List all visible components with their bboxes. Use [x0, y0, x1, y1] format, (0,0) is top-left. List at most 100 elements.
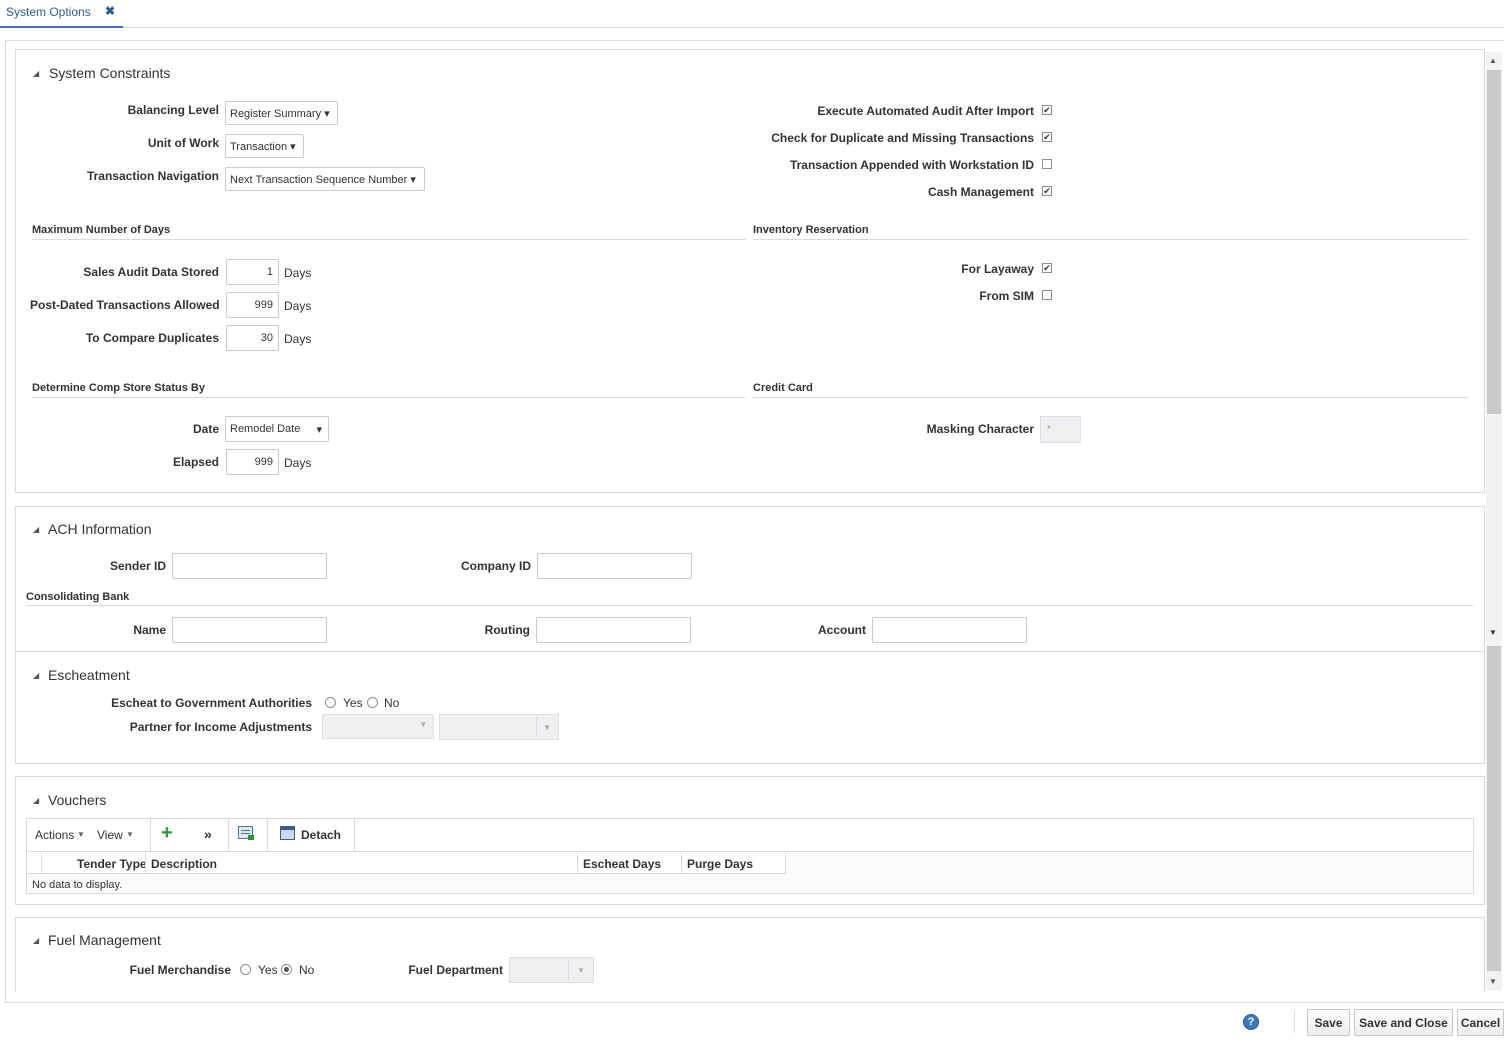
more-icon[interactable]: » — [204, 826, 212, 842]
scroll-down-icon[interactable]: ▼ — [1489, 628, 1497, 637]
divider — [32, 239, 746, 240]
divider — [228, 819, 229, 852]
date-select-value: Remodel Date — [230, 423, 301, 435]
comp-store-heading: Determine Comp Store Status By — [32, 382, 205, 394]
partner-select: ▼ — [439, 714, 559, 740]
sales-audit-label: Sales Audit Data Stored — [83, 265, 219, 279]
divider — [41, 853, 42, 874]
divider — [681, 853, 682, 874]
check-duplicate-checkbox[interactable]: ✔ — [1042, 132, 1052, 142]
elapsed-label: Elapsed — [172, 455, 219, 469]
escheat-yes-label: Yes — [343, 696, 363, 710]
company-id-input[interactable] — [537, 553, 692, 579]
save-and-close-button[interactable]: Save and Close — [1354, 1009, 1453, 1036]
view-menu[interactable]: View — [97, 828, 123, 842]
partner-type-select: ▼ — [322, 714, 434, 739]
balancing-level-label: Balancing Level — [127, 103, 219, 117]
check-duplicate-label: Check for Duplicate and Missing Transact… — [771, 131, 1034, 145]
date-select[interactable]: Remodel Date ▾ — [225, 416, 329, 442]
collapse-triangle-icon[interactable]: ◢ — [33, 936, 39, 945]
escheat-label: Escheat to Government Authorities — [111, 696, 312, 710]
column-header-description[interactable]: Description — [151, 857, 217, 871]
compare-duplicates-input[interactable]: 30 — [226, 325, 279, 351]
export-icon[interactable] — [238, 826, 254, 840]
fuel-no-label: No — [299, 963, 315, 977]
transaction-navigation-label: Transaction Navigation — [86, 169, 219, 183]
actions-menu[interactable]: Actions — [35, 828, 74, 842]
section-title-ach: ACH Information — [48, 521, 152, 537]
masking-character-input: * — [1040, 416, 1081, 443]
scroll-up-icon[interactable]: ▲ — [1489, 56, 1497, 65]
scroll-bottom-icon[interactable]: ▼ — [1489, 977, 1497, 986]
escheat-yes-radio[interactable] — [325, 697, 336, 708]
chevron-down-icon: ▾ — [316, 424, 322, 436]
fuel-yes-radio[interactable] — [240, 964, 251, 975]
section-title-vouchers: Vouchers — [48, 792, 107, 808]
masking-character-label: Masking Character — [926, 422, 1034, 436]
bank-name-input[interactable] — [172, 617, 327, 643]
balancing-level-select[interactable]: Register Summary ▾ — [225, 101, 338, 125]
chevron-down-icon: ▼ — [577, 966, 585, 975]
empty-table-message: No data to display. — [32, 879, 123, 891]
column-header-escheat-days[interactable]: Escheat Days — [583, 857, 661, 871]
execute-audit-checkbox[interactable]: ✔ — [1042, 105, 1052, 115]
inventory-reservation-heading: Inventory Reservation — [753, 224, 869, 236]
tab-system-options[interactable]: System Options ✖ — [0, 0, 123, 28]
sender-id-input[interactable] — [172, 553, 327, 579]
section-title-fuel: Fuel Management — [48, 932, 161, 948]
company-id-label: Company ID — [460, 559, 531, 573]
divider — [26, 605, 1474, 606]
fuel-no-radio[interactable] — [281, 964, 292, 975]
divider — [568, 961, 569, 980]
collapse-triangle-icon[interactable]: ◢ — [33, 796, 39, 805]
partner-label: Partner for Income Adjustments — [129, 720, 312, 734]
chevron-down-icon: ▼ — [126, 830, 134, 839]
days-unit: Days — [284, 266, 312, 280]
fuel-panel — [15, 917, 1485, 992]
elapsed-input[interactable]: 999 — [226, 449, 279, 475]
divider — [1294, 1011, 1295, 1033]
divider — [150, 819, 151, 852]
divider — [753, 239, 1468, 240]
sales-audit-input[interactable]: 1 — [226, 259, 279, 285]
help-icon[interactable]: ? — [1243, 1014, 1259, 1030]
detach-button[interactable]: Detach — [301, 828, 341, 842]
workstation-id-checkbox[interactable] — [1042, 159, 1052, 169]
post-dated-label: Post-Dated Transactions Allowed — [30, 298, 220, 312]
fuel-department-select: ▼ — [509, 957, 594, 983]
consolidating-bank-heading: Consolidating Bank — [26, 591, 130, 603]
save-button[interactable]: Save — [1307, 1009, 1350, 1036]
divider — [145, 853, 146, 874]
divider — [32, 397, 746, 398]
column-header-purge-days[interactable]: Purge Days — [687, 857, 753, 871]
for-layaway-checkbox[interactable]: ✔ — [1042, 263, 1052, 273]
cash-management-label: Cash Management — [927, 185, 1034, 199]
for-layaway-label: For Layaway — [961, 262, 1034, 276]
close-icon[interactable]: ✖ — [105, 4, 115, 18]
account-input[interactable] — [872, 617, 1027, 643]
divider — [536, 718, 537, 737]
unit-of-work-select[interactable]: Transaction ▾ — [225, 134, 304, 158]
collapse-triangle-icon[interactable]: ◢ — [33, 671, 39, 680]
detach-icon[interactable] — [280, 826, 295, 840]
routing-label: Routing — [484, 623, 530, 637]
post-dated-input[interactable]: 999 — [226, 292, 279, 318]
add-icon[interactable]: + — [161, 821, 173, 845]
account-label: Account — [818, 623, 866, 637]
transaction-navigation-select[interactable]: Next Transaction Sequence Number ▾ — [225, 167, 425, 191]
compare-duplicates-label: To Compare Duplicates — [85, 331, 219, 345]
escheat-no-radio[interactable] — [367, 697, 378, 708]
collapse-triangle-icon[interactable]: ◢ — [33, 69, 39, 78]
from-sim-label: From SIM — [979, 289, 1034, 303]
cash-management-checkbox[interactable]: ✔ — [1042, 186, 1052, 196]
collapse-triangle-icon[interactable]: ◢ — [33, 525, 39, 534]
scrollbar-thumb[interactable] — [1487, 70, 1501, 414]
cancel-button[interactable]: Cancel — [1457, 1009, 1504, 1036]
section-title-escheatment: Escheatment — [48, 667, 130, 683]
from-sim-checkbox[interactable] — [1042, 290, 1052, 300]
fuel-merchandise-label: Fuel Merchandise — [129, 963, 231, 977]
routing-input[interactable] — [536, 617, 691, 643]
scrollbar-thumb-lower — [1487, 646, 1501, 971]
chevron-down-icon: ▼ — [77, 830, 85, 839]
column-header-tender-type[interactable]: Tender Type — [77, 857, 147, 871]
